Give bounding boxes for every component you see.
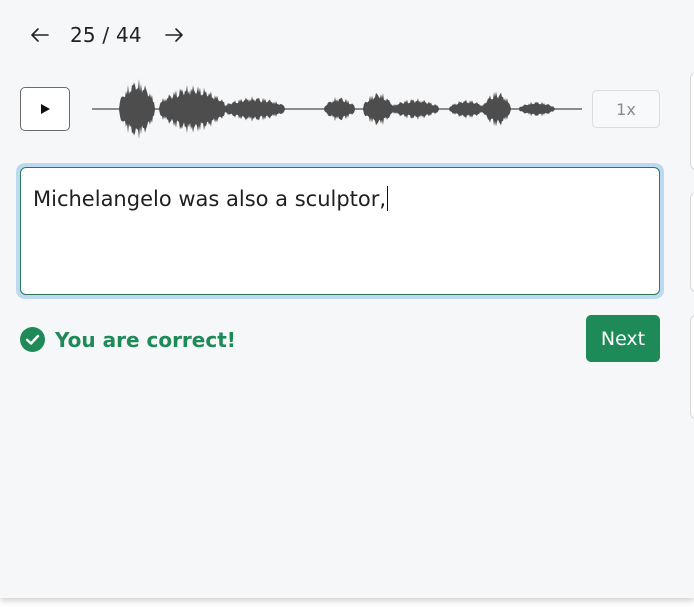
prev-button[interactable]: [28, 23, 52, 47]
page-separator: /: [102, 23, 110, 47]
play-icon: [41, 104, 50, 114]
answer-focus-ring: Michelangelo was also a sculptor,: [16, 163, 664, 299]
side-card[interactable]: [690, 72, 694, 170]
side-card[interactable]: [690, 192, 694, 292]
playback-speed-button[interactable]: 1x: [592, 90, 660, 128]
answer-input[interactable]: Michelangelo was also a sculptor,: [20, 167, 660, 295]
next-arrow-button[interactable]: [162, 23, 186, 47]
current-page: 25: [70, 23, 96, 47]
total-pages: 44: [115, 23, 142, 47]
feedback-message: You are correct!: [55, 327, 236, 352]
next-button[interactable]: Next: [586, 315, 660, 362]
feedback: You are correct!: [20, 327, 236, 352]
waveform-shape: [92, 79, 582, 139]
play-button[interactable]: [20, 87, 70, 131]
text-caret: [387, 186, 389, 211]
dictation-panel: 25 / 44 1x Michelangelo was also a sculp…: [0, 0, 694, 598]
side-card[interactable]: [690, 315, 694, 419]
answer-text: Michelangelo was also a sculptor,: [33, 187, 387, 211]
arrow-left-icon: [31, 28, 49, 42]
arrow-right-icon: [164, 28, 183, 42]
pager: 25 / 44: [28, 22, 186, 48]
page-counter: 25 / 44: [70, 23, 142, 47]
audio-waveform[interactable]: [92, 72, 582, 146]
check-circle-icon: [20, 327, 45, 352]
